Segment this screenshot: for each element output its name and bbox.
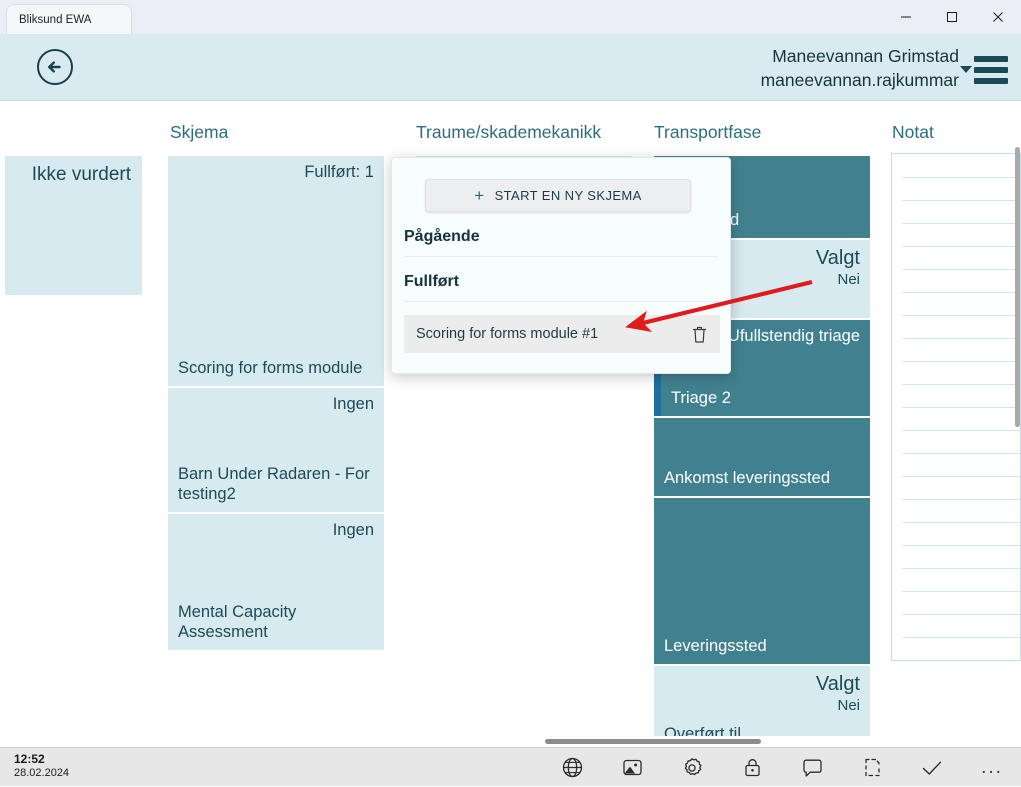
maximize-button[interactable]	[929, 1, 975, 33]
status-card-title: Ikke vurdert	[32, 163, 131, 187]
chat-icon[interactable]	[800, 756, 824, 780]
transport-card-valgt-1-badge: Valgt	[816, 246, 860, 271]
transport-card-ankomst[interactable]: Ankomst leveringssted	[654, 418, 870, 496]
notat-rule-line	[902, 637, 1020, 638]
taskbar-time: 12:52	[14, 752, 69, 767]
snip-icon[interactable]	[860, 756, 884, 780]
notat-rule-line	[902, 453, 1020, 454]
taskbar-tray: ...	[560, 748, 1004, 787]
user-login: maneevannan.rajkummar	[761, 69, 959, 93]
taskbar-clock[interactable]: 12:52 28.02.2024	[14, 752, 69, 781]
board-vertical-scroll-thumb[interactable]	[1015, 147, 1020, 427]
notat-rule-line	[902, 614, 1020, 615]
popup-divider-1	[404, 256, 718, 257]
overflow-icon[interactable]: ...	[980, 756, 1004, 780]
transport-card-leveringssted-title: Leveringssted	[664, 636, 860, 657]
board-vertical-scrollbar[interactable]	[1013, 101, 1021, 747]
transport-card-triage2-badge: Ufullstendig triage	[728, 326, 860, 347]
taskbar: 12:52 28.02.2024	[0, 747, 1021, 786]
notat-rule-line	[902, 246, 1020, 247]
main-menu-button[interactable]	[960, 56, 1008, 84]
window-caption-buttons	[883, 0, 1021, 34]
transport-card-overfort-badge: Valgt	[816, 672, 860, 697]
plus-icon: +	[474, 187, 484, 204]
start-new-form-button[interactable]: + START EN NY SKJEMA	[425, 179, 691, 212]
lock-icon[interactable]	[740, 756, 764, 780]
popup-divider-2	[404, 301, 718, 302]
skjema-card-2-title: Barn Under Radaren - For testing2	[178, 464, 374, 505]
notat-rule-line	[902, 315, 1020, 316]
close-button[interactable]	[975, 1, 1021, 33]
board-horizontal-scroll-thumb[interactable]	[545, 739, 761, 744]
window-tab-title: Bliksund EWA	[19, 14, 91, 26]
board-horizontal-scrollbar[interactable]	[0, 736, 1021, 747]
skjema-card-3[interactable]: Ingen Mental Capacity Assessment	[168, 514, 384, 650]
chevron-down-icon	[960, 66, 972, 73]
notat-rule-line	[902, 430, 1020, 431]
skjema-card-1[interactable]: Fullført: 1 Scoring for forms module	[168, 156, 384, 386]
notat-rule-line	[902, 361, 1020, 362]
column-header-transportfase: Transportfase	[654, 122, 761, 143]
popup-section-completed: Fullført	[404, 273, 459, 291]
notat-rule-line	[902, 223, 1020, 224]
transport-card-overfort-value: Nei	[816, 697, 860, 716]
notat-rule-line	[902, 522, 1020, 523]
notat-rule-line	[902, 407, 1020, 408]
trash-icon[interactable]	[691, 325, 708, 344]
transport-card-leveringssted[interactable]: Leveringssted	[654, 498, 870, 664]
user-name: Maneevannan Grimstad	[761, 45, 959, 69]
notat-rule-line	[902, 545, 1020, 546]
hamburger-icon	[974, 56, 1008, 84]
popup-form-item[interactable]: Scoring for forms module #1	[404, 315, 720, 353]
skjema-card-1-title: Scoring for forms module	[178, 358, 374, 379]
transport-card-valgt-1-value: Nei	[816, 271, 860, 290]
gear-icon[interactable]	[680, 756, 704, 780]
transport-card-ankomst-title: Ankomst leveringssted	[664, 468, 860, 489]
notat-rule-line	[902, 591, 1020, 592]
minimize-button[interactable]	[883, 1, 929, 33]
app-header: Maneevannan Grimstad maneevannan.rajkumm…	[0, 34, 1021, 101]
skjema-card-3-title: Mental Capacity Assessment	[178, 602, 374, 643]
notat-rule-line	[902, 338, 1020, 339]
window-titlebar: Bliksund EWA	[0, 0, 1021, 34]
user-info[interactable]: Maneevannan Grimstad maneevannan.rajkumm…	[761, 45, 959, 92]
start-new-form-label: START EN NY SKJEMA	[495, 188, 642, 203]
notat-rule-line	[902, 476, 1020, 477]
popup-section-ongoing: Pågående	[404, 228, 480, 246]
notat-rule-line	[902, 384, 1020, 385]
skjema-card-2-badge: Ingen	[333, 394, 374, 415]
column-header-traume: Traume/skademekanikk	[416, 122, 601, 143]
column-header-notat: Notat	[892, 122, 934, 143]
taskbar-date: 28.02.2024	[14, 767, 69, 781]
notat-rule-line	[902, 292, 1020, 293]
globe-icon[interactable]	[560, 756, 584, 780]
popup-form-item-label: Scoring for forms module #1	[416, 326, 691, 342]
skjema-card-2[interactable]: Ingen Barn Under Radaren - For testing2	[168, 388, 384, 512]
transport-card-triage2-title: Triage 2	[671, 388, 860, 409]
status-card-ikke-vurdert[interactable]: Ikke vurdert	[5, 156, 142, 295]
check-icon[interactable]	[920, 756, 944, 780]
column-header-skjema: Skjema	[170, 122, 228, 143]
skjema-popup: + START EN NY SKJEMA Pågående Fullført S…	[391, 157, 731, 374]
notat-rule-line	[902, 269, 1020, 270]
notat-input[interactable]	[891, 153, 1021, 661]
notat-rule-line	[902, 200, 1020, 201]
notat-rule-line	[902, 568, 1020, 569]
overflow-icon-glyph: ...	[981, 757, 1003, 779]
notat-rule-line	[902, 499, 1020, 500]
back-button[interactable]	[36, 48, 74, 86]
window-tab[interactable]: Bliksund EWA	[6, 4, 132, 34]
skjema-card-3-badge: Ingen	[333, 520, 374, 541]
image-icon[interactable]	[620, 756, 644, 780]
transport-card-overfort[interactable]: Valgt Nei Overført til	[654, 666, 870, 747]
skjema-card-1-badge: Fullført: 1	[304, 162, 374, 183]
notat-rule-line	[902, 177, 1020, 178]
